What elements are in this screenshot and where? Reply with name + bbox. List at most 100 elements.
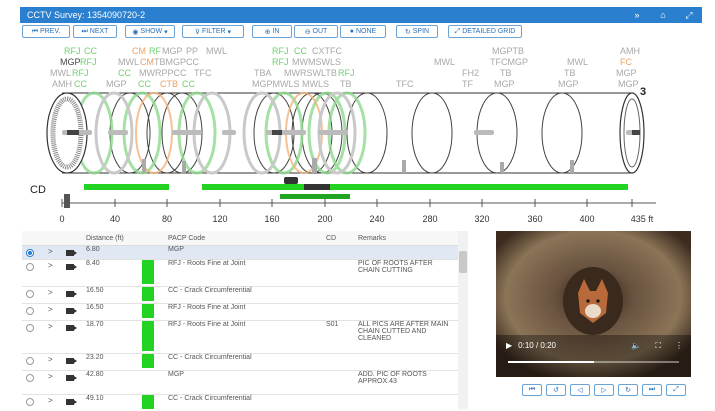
defect-label: CTB: [160, 79, 178, 89]
fullscreen-icon[interactable]: ⛶: [655, 341, 661, 351]
chevron-right-icon[interactable]: >: [48, 247, 53, 256]
table-row[interactable]: > 23.20 CC - Crack Circumferential: [22, 353, 460, 371]
defect-label: MGP: [558, 79, 579, 89]
cd-cell: [322, 353, 354, 371]
defect-label: MWL: [206, 46, 227, 56]
play-icon[interactable]: ▶: [506, 341, 512, 350]
expand-panel-icon[interactable]: »: [624, 10, 650, 20]
row-radio[interactable]: [26, 263, 34, 271]
distance-cell: 16.50: [82, 303, 142, 321]
row-radio[interactable]: [26, 357, 34, 365]
defect-label: TBMGPCC: [154, 57, 200, 67]
defect-label: CC: [138, 79, 151, 89]
prev-button[interactable]: ⏮ PREV.: [22, 25, 70, 38]
defect-label: AMH: [620, 46, 640, 56]
defect-label: MWL: [118, 57, 139, 67]
table-scrollbar[interactable]: [458, 231, 468, 409]
next-button[interactable]: ⏭ NEXT: [73, 25, 117, 38]
forward-button[interactable]: ▷: [594, 384, 614, 396]
remarks-cell: ALL PICS ARE AFTER MAIN CHAIN CUTTED AND…: [354, 320, 460, 354]
camera-icon[interactable]: [66, 399, 77, 405]
chevron-right-icon[interactable]: >: [48, 322, 53, 331]
defect-label: RFJ: [72, 68, 89, 78]
video-time: 0:10 / 0:20: [518, 341, 556, 350]
chevron-right-icon[interactable]: >: [48, 396, 53, 405]
chevron-right-icon[interactable]: >: [48, 261, 53, 270]
table-row[interactable]: > 6.80 MGP: [22, 245, 460, 260]
row-radio[interactable]: [26, 249, 34, 257]
row-radio[interactable]: [26, 307, 34, 315]
chevron-right-icon[interactable]: >: [48, 372, 53, 381]
expand-video-button[interactable]: ⤢: [666, 384, 686, 396]
remarks-cell: [354, 303, 460, 321]
pipe-diagram[interactable]: RFJ CC CM RF MGP PP MWL RFJ CC CXTFC MGP…: [22, 43, 702, 228]
table-row[interactable]: > 42.80 MGP ADD. PIC OF ROOTS APPROX.43: [22, 370, 460, 395]
table-row[interactable]: > 16.50 CC - Crack Circumferential: [22, 286, 460, 304]
detailed-grid-button[interactable]: ⤢ DETAILED GRID: [448, 25, 522, 38]
defect-label: MWL: [434, 57, 455, 67]
defect-label: TB: [340, 79, 352, 89]
defect-color-swatch: [142, 287, 154, 301]
camera-icon[interactable]: [66, 250, 77, 256]
axis-tick-label: 160: [264, 214, 279, 224]
chevron-right-icon[interactable]: >: [48, 288, 53, 297]
remarks-cell: [354, 353, 460, 371]
show-dropdown[interactable]: ◉ SHOW ▾: [125, 25, 175, 38]
filter-icon: ⊽: [194, 28, 202, 36]
defect-label: CC: [182, 79, 195, 89]
table-row[interactable]: > 8.40 RFJ - Roots Fine at Joint PIC OF …: [22, 259, 460, 287]
defect-label: MGP: [618, 79, 639, 89]
axis-tick-label: 120: [212, 214, 227, 224]
zoom-none-button[interactable]: ● NONE: [340, 25, 386, 38]
column-header-pacp-code[interactable]: PACP Code: [164, 231, 322, 246]
observation-table-container: Distance (ft) PACP Code CD Remarks > 6.8…: [22, 231, 470, 409]
zoom-out-button[interactable]: ⊖ OUT: [294, 25, 338, 38]
defect-label: MWL: [50, 68, 71, 78]
scrollbar-thumb[interactable]: [459, 251, 467, 273]
chevron-right-icon[interactable]: >: [48, 355, 53, 364]
back-button[interactable]: ◁: [570, 384, 590, 396]
volume-icon[interactable]: 🔈: [631, 341, 641, 351]
last-frame-button[interactable]: ⏭: [642, 384, 662, 396]
row-radio[interactable]: [26, 324, 34, 332]
defect-label: TF: [462, 79, 473, 89]
home-icon[interactable]: ⌂: [650, 10, 676, 20]
pacp-code-cell: CC - Crack Circumferential: [164, 353, 322, 371]
table-row[interactable]: > 49.10 CC - Crack Circumferential: [22, 394, 460, 409]
column-header-distance[interactable]: Distance (ft): [82, 231, 142, 246]
cd-cell: [322, 370, 354, 395]
column-header-cd[interactable]: CD: [322, 231, 354, 246]
more-options-icon[interactable]: ⋮: [675, 341, 683, 351]
redo-button[interactable]: ↻: [618, 384, 638, 396]
table-row[interactable]: > 18.70 RFJ - Roots Fine at Joint S01 AL…: [22, 320, 460, 354]
row-radio[interactable]: [26, 374, 34, 382]
zoom-in-icon: ⊕: [264, 28, 273, 36]
defect-color-swatch: [142, 260, 154, 284]
chevron-right-icon[interactable]: >: [48, 305, 53, 314]
row-radio[interactable]: [26, 290, 34, 298]
camera-icon[interactable]: [66, 308, 77, 314]
spin-button[interactable]: ↻ SPIN: [396, 25, 438, 38]
column-header-remarks[interactable]: Remarks: [354, 231, 460, 246]
rewind-button[interactable]: ↺: [546, 384, 566, 396]
cd-cell: [322, 286, 354, 304]
defect-label: CM: [132, 46, 146, 56]
row-radio[interactable]: [26, 398, 34, 406]
zoom-in-button[interactable]: ⊕ IN: [252, 25, 292, 38]
camera-icon[interactable]: [66, 291, 77, 297]
camera-icon[interactable]: [66, 325, 77, 331]
table-row[interactable]: > 16.50 RFJ - Roots Fine at Joint: [22, 303, 460, 321]
axis-tick-label: 80: [162, 214, 172, 224]
maximize-icon[interactable]: ⤢: [676, 10, 702, 21]
cd-label: CD: [30, 184, 46, 196]
defect-label: MGP: [494, 79, 515, 89]
cd-cell: [322, 245, 354, 260]
axis-tick-label: 360: [527, 214, 542, 224]
video-progress-track[interactable]: [508, 361, 679, 363]
video-player[interactable]: ▶ 0:10 / 0:20 🔈 ⛶ ⋮: [496, 231, 691, 377]
camera-icon[interactable]: [66, 375, 77, 381]
camera-icon[interactable]: [66, 358, 77, 364]
filter-dropdown[interactable]: ⊽ FILTER ▾: [182, 25, 244, 38]
camera-icon[interactable]: [66, 264, 77, 270]
first-frame-button[interactable]: ⏮: [522, 384, 542, 396]
